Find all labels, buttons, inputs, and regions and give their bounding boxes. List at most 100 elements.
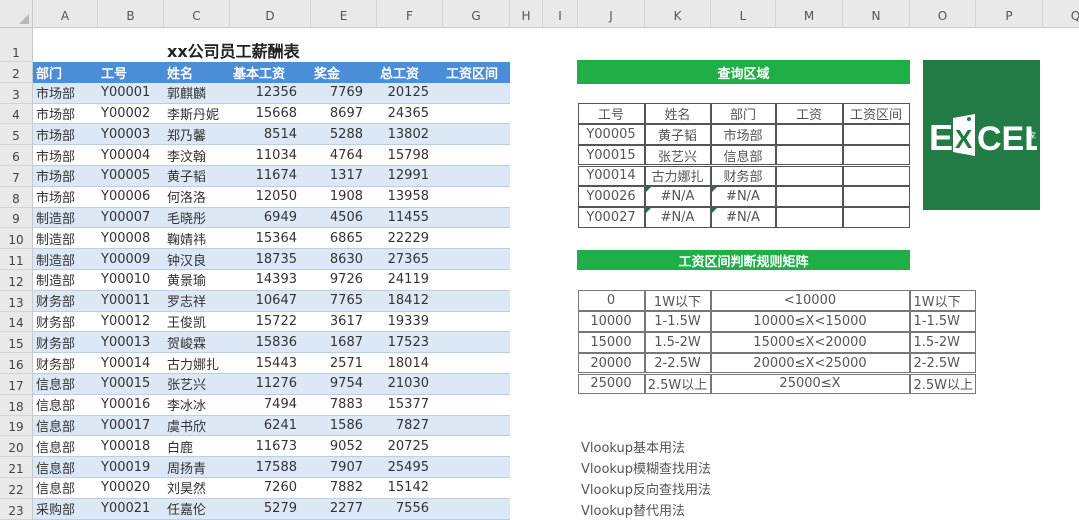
salary-cell[interactable]: 信息部 bbox=[33, 436, 98, 458]
salary-cell[interactable]: 7907 bbox=[311, 457, 377, 478]
salary-cell[interactable]: 6241 bbox=[230, 415, 311, 437]
salary-cell[interactable]: 9726 bbox=[311, 270, 377, 291]
salary-cell[interactable]: 8697 bbox=[311, 104, 377, 125]
salary-cell[interactable]: 14393 bbox=[230, 270, 311, 291]
salary-cell[interactable]: 5279 bbox=[230, 498, 311, 520]
query-header-cell[interactable]: 姓名 bbox=[644, 103, 711, 124]
salary-cell[interactable]: 贺峻霖 bbox=[164, 332, 230, 354]
salary-cell[interactable]: 李斯丹妮 bbox=[164, 104, 230, 125]
salary-cell[interactable]: 18412 bbox=[377, 290, 443, 312]
salary-cell[interactable]: 毛晓彤 bbox=[164, 207, 230, 229]
query-header-cell[interactable]: 部门 bbox=[710, 103, 776, 124]
salary-cell[interactable]: 20125 bbox=[377, 82, 443, 104]
salary-cell[interactable]: 9754 bbox=[311, 374, 377, 395]
salary-cell[interactable]: 信息部 bbox=[33, 415, 98, 437]
salary-cell[interactable]: 制造部 bbox=[33, 228, 98, 250]
column-header-L[interactable]: L bbox=[711, 0, 776, 28]
matrix-result-cell[interactable]: 1W以下 bbox=[909, 290, 976, 312]
salary-cell[interactable]: 24365 bbox=[377, 104, 443, 125]
row-header-5[interactable]: 5 bbox=[0, 124, 33, 146]
column-header-D[interactable]: D bbox=[230, 0, 311, 28]
query-cell[interactable]: #N/A bbox=[710, 207, 776, 228]
column-header-A[interactable]: A bbox=[33, 0, 98, 28]
salary-cell[interactable]: 11674 bbox=[230, 166, 311, 187]
salary-header-cell[interactable]: 总工资 bbox=[377, 62, 443, 83]
salary-cell[interactable]: 李冰冰 bbox=[164, 395, 230, 416]
query-cell[interactable]: 张艺兴 bbox=[644, 144, 711, 166]
salary-cell[interactable]: 18735 bbox=[230, 249, 311, 270]
salary-cell[interactable]: 20725 bbox=[377, 436, 443, 458]
matrix-range-cell[interactable]: <10000 bbox=[710, 290, 910, 312]
row-header-21[interactable]: 21 bbox=[0, 457, 33, 478]
salary-cell[interactable]: 任嘉伦 bbox=[164, 498, 230, 520]
salary-cell[interactable]: Y00016 bbox=[98, 395, 164, 416]
matrix-threshold-cell[interactable]: 25000 bbox=[577, 373, 645, 395]
column-header-Q[interactable]: Q bbox=[1043, 0, 1079, 28]
query-cell[interactable]: Y00015 bbox=[577, 144, 645, 166]
matrix-threshold-cell[interactable]: 0 bbox=[577, 290, 645, 312]
salary-cell[interactable]: 钟汉良 bbox=[164, 249, 230, 270]
salary-cell[interactable]: 8514 bbox=[230, 124, 311, 146]
salary-cell[interactable] bbox=[443, 249, 510, 270]
salary-cell[interactable]: 白鹿 bbox=[164, 436, 230, 458]
row-header-12[interactable]: 12 bbox=[0, 270, 33, 291]
salary-cell[interactable]: 信息部 bbox=[33, 478, 98, 499]
column-header-N[interactable]: N bbox=[843, 0, 910, 28]
salary-cell[interactable]: 19339 bbox=[377, 312, 443, 333]
salary-cell[interactable]: 3617 bbox=[311, 312, 377, 333]
column-header-J[interactable]: J bbox=[578, 0, 645, 28]
salary-cell[interactable]: 24119 bbox=[377, 270, 443, 291]
salary-cell[interactable]: 财务部 bbox=[33, 312, 98, 333]
salary-cell[interactable]: Y00001 bbox=[98, 82, 164, 104]
salary-cell[interactable]: 15142 bbox=[377, 478, 443, 499]
row-header-9[interactable]: 9 bbox=[0, 207, 33, 229]
query-cell[interactable] bbox=[775, 165, 843, 187]
salary-cell[interactable]: 9052 bbox=[311, 436, 377, 458]
matrix-label-cell[interactable]: 2.5W以上 bbox=[644, 373, 711, 395]
salary-cell[interactable]: 市场部 bbox=[33, 124, 98, 146]
salary-cell[interactable]: 1317 bbox=[311, 166, 377, 187]
salary-cell[interactable]: 制造部 bbox=[33, 249, 98, 270]
salary-cell[interactable]: 6949 bbox=[230, 207, 311, 229]
salary-cell[interactable] bbox=[443, 457, 510, 478]
query-header-cell[interactable]: 工号 bbox=[577, 103, 645, 124]
query-cell[interactable]: #N/A bbox=[710, 186, 776, 208]
salary-cell[interactable]: 15836 bbox=[230, 332, 311, 354]
salary-cell[interactable]: 周扬青 bbox=[164, 457, 230, 478]
select-all-corner[interactable] bbox=[0, 0, 33, 28]
salary-cell[interactable]: Y00008 bbox=[98, 228, 164, 250]
salary-cell[interactable]: 7883 bbox=[311, 395, 377, 416]
query-header-cell[interactable]: 工资 bbox=[775, 103, 843, 124]
row-header-18[interactable]: 18 bbox=[0, 394, 33, 416]
query-cell[interactable]: Y00014 bbox=[577, 165, 645, 187]
salary-cell[interactable] bbox=[443, 104, 510, 125]
salary-cell[interactable]: 27365 bbox=[377, 249, 443, 270]
salary-cell[interactable]: 古力娜扎 bbox=[164, 353, 230, 374]
query-cell[interactable]: 信息部 bbox=[710, 144, 776, 166]
salary-cell[interactable]: 15798 bbox=[377, 145, 443, 166]
query-cell[interactable]: 财务部 bbox=[710, 165, 776, 187]
salary-cell[interactable]: 制造部 bbox=[33, 207, 98, 229]
salary-cell[interactable]: 8630 bbox=[311, 249, 377, 270]
salary-cell[interactable]: Y00014 bbox=[98, 353, 164, 374]
salary-cell[interactable]: 17523 bbox=[377, 332, 443, 354]
salary-cell[interactable]: Y00005 bbox=[98, 166, 164, 187]
salary-cell[interactable] bbox=[443, 290, 510, 312]
matrix-result-cell[interactable]: 1-1.5W bbox=[909, 311, 976, 332]
matrix-range-cell[interactable]: 15000≤X<20000 bbox=[710, 331, 910, 353]
salary-cell[interactable]: 15377 bbox=[377, 395, 443, 416]
salary-cell[interactable]: 12991 bbox=[377, 166, 443, 187]
salary-cell[interactable]: 7827 bbox=[377, 415, 443, 437]
salary-header-cell[interactable]: 基本工资 bbox=[230, 62, 311, 83]
salary-cell[interactable]: 5288 bbox=[311, 124, 377, 146]
salary-cell[interactable]: 财务部 bbox=[33, 353, 98, 374]
salary-cell[interactable]: Y00004 bbox=[98, 145, 164, 166]
salary-cell[interactable]: 虞书欣 bbox=[164, 415, 230, 437]
salary-cell[interactable]: Y00007 bbox=[98, 207, 164, 229]
salary-cell[interactable]: 1586 bbox=[311, 415, 377, 437]
salary-cell[interactable]: 4764 bbox=[311, 145, 377, 166]
salary-cell[interactable]: 制造部 bbox=[33, 270, 98, 291]
matrix-threshold-cell[interactable]: 10000 bbox=[577, 311, 645, 332]
salary-cell[interactable] bbox=[443, 187, 510, 208]
salary-cell[interactable]: 13802 bbox=[377, 124, 443, 146]
